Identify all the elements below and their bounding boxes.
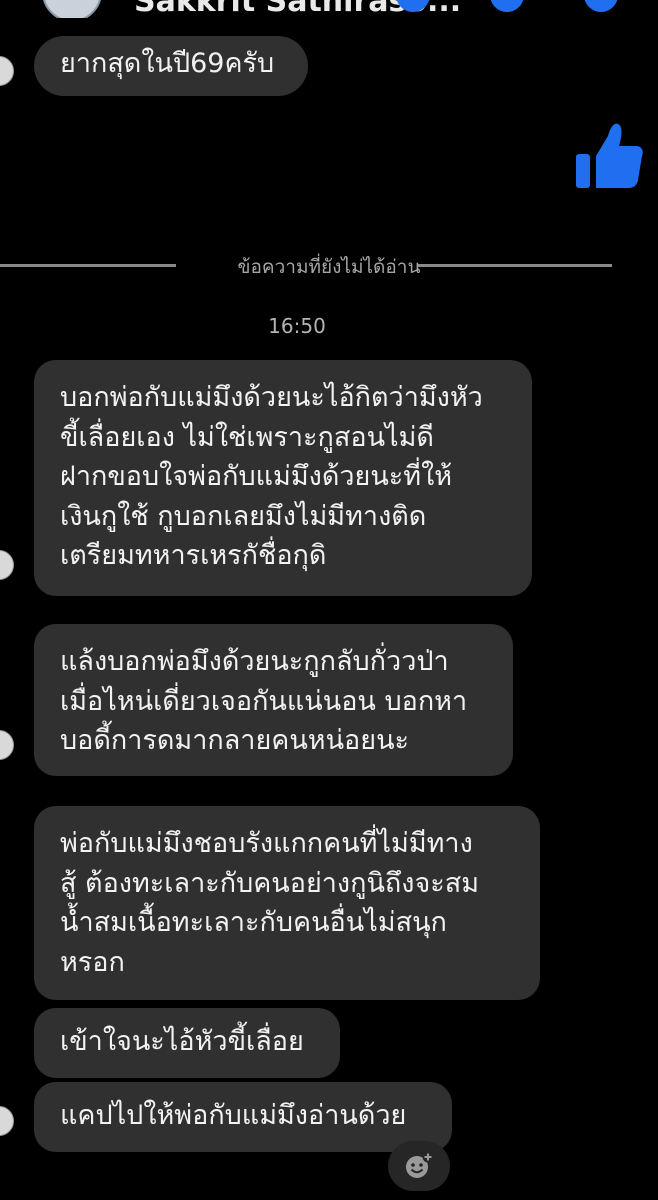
sender-avatar[interactable] bbox=[0, 56, 14, 86]
info-icon[interactable] bbox=[584, 0, 618, 12]
chat-header: Sakkrit Sathiraso... bbox=[0, 0, 658, 18]
sender-avatar[interactable] bbox=[0, 550, 14, 580]
divider-line-right bbox=[418, 264, 612, 267]
thumbs-up-icon[interactable] bbox=[576, 120, 644, 192]
message-bubble[interactable]: เข้าใจนะไอ้หัวขี้เลื่อย bbox=[34, 1008, 340, 1078]
message-bubble[interactable]: แคปไปให้พ่อกับแม่มึงอ่านด้วย bbox=[34, 1082, 452, 1152]
message-bubble[interactable]: พ่อกับแม่มึงชอบรังแกกคนที่ไม่มีทาง สู้ ต… bbox=[34, 806, 540, 1000]
video-call-icon[interactable] bbox=[490, 0, 524, 12]
unread-divider-label: ข้อความที่ยังไม่ได้อ่าน bbox=[237, 256, 421, 278]
add-reaction-icon bbox=[406, 1151, 434, 1178]
message-bubble[interactable]: บอกพ่อกับแม่มึงด้วยนะไอ้กิตว่ามึงหัว ขี้… bbox=[34, 360, 532, 596]
message-timestamp: 16:50 bbox=[268, 314, 326, 338]
message-bubble[interactable]: แล้งบอกพ่อมึงด้วยนะกูกลับกั่ววป่า เมื่อไ… bbox=[34, 624, 513, 776]
sender-avatar[interactable] bbox=[0, 1106, 14, 1136]
message-bubble[interactable]: ยากสุดในปี69ครับ bbox=[34, 36, 308, 96]
contact-avatar[interactable] bbox=[42, 0, 102, 18]
add-reaction-button[interactable] bbox=[388, 1141, 450, 1191]
sender-avatar[interactable] bbox=[0, 730, 14, 760]
